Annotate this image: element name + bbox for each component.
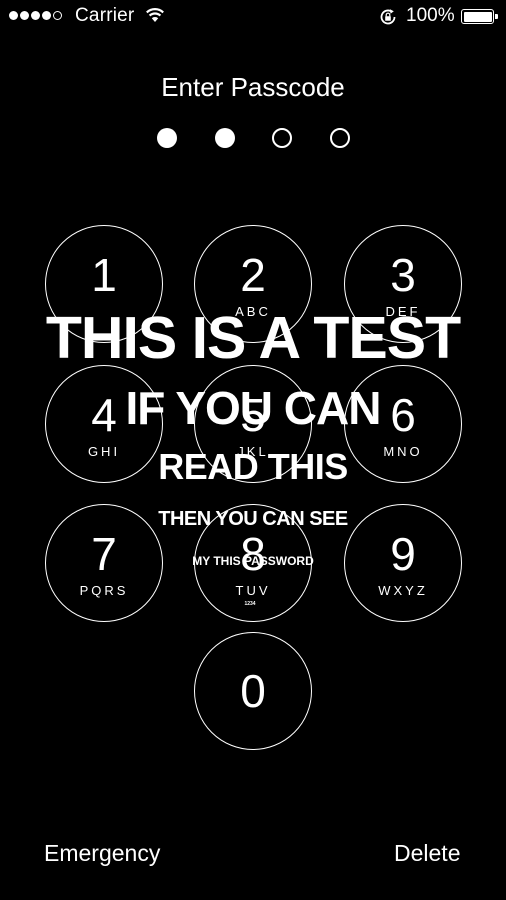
- page-title: Enter Passcode: [161, 72, 345, 102]
- battery-icon: [461, 9, 498, 24]
- passcode-dot: [157, 128, 177, 148]
- signal-dot: [31, 11, 40, 20]
- key-letters: DEF: [385, 304, 421, 319]
- key-0[interactable]: 0: [194, 632, 312, 750]
- key-digit: 7: [91, 528, 117, 580]
- lock-screen: Carrier 100% Enter Passcode 1 2 ABC 3 DE…: [0, 0, 506, 900]
- signal-dot: [9, 11, 18, 20]
- key-4[interactable]: 4 GHI: [45, 365, 163, 483]
- key-digit: 0: [240, 665, 266, 717]
- passcode-dot: [215, 128, 235, 148]
- key-digit: 5: [240, 389, 266, 441]
- key-digit: 3: [390, 249, 416, 301]
- key-3[interactable]: 3 DEF: [344, 225, 462, 343]
- key-letters: JKL: [237, 444, 269, 459]
- orientation-lock-icon: [379, 8, 397, 31]
- carrier-name: Carrier: [75, 5, 135, 26]
- key-6[interactable]: 6 MNO: [344, 365, 462, 483]
- key-8[interactable]: 8 TUV: [194, 504, 312, 622]
- signal-strength-icon: [9, 11, 62, 20]
- key-letters: ABC: [235, 304, 271, 319]
- delete-button[interactable]: Delete: [394, 840, 460, 867]
- key-letters: TUV: [235, 583, 271, 598]
- key-digit: 9: [390, 528, 416, 580]
- key-letters: WXYZ: [378, 583, 428, 598]
- key-digit: 4: [91, 389, 117, 441]
- key-letters: PQRS: [79, 583, 129, 598]
- key-5[interactable]: 5 JKL: [194, 365, 312, 483]
- passcode-dot: [272, 128, 292, 148]
- key-letters: MNO: [383, 444, 423, 459]
- key-digit: 1: [91, 249, 117, 301]
- key-digit: 2: [240, 249, 266, 301]
- signal-dot: [20, 11, 29, 20]
- key-2[interactable]: 2 ABC: [194, 225, 312, 343]
- key-1[interactable]: 1: [45, 225, 163, 343]
- key-digit: 8: [240, 528, 266, 580]
- signal-dot: [53, 11, 62, 20]
- wifi-icon: [145, 7, 165, 28]
- key-digit: 6: [390, 389, 416, 441]
- status-bar: Carrier 100%: [0, 0, 506, 34]
- emergency-button[interactable]: Emergency: [44, 840, 160, 867]
- battery-percentage: 100%: [406, 5, 455, 26]
- passcode-dot: [330, 128, 350, 148]
- signal-dot: [42, 11, 51, 20]
- key-letters: GHI: [87, 444, 121, 459]
- key-9[interactable]: 9 WXYZ: [344, 504, 462, 622]
- key-7[interactable]: 7 PQRS: [45, 504, 163, 622]
